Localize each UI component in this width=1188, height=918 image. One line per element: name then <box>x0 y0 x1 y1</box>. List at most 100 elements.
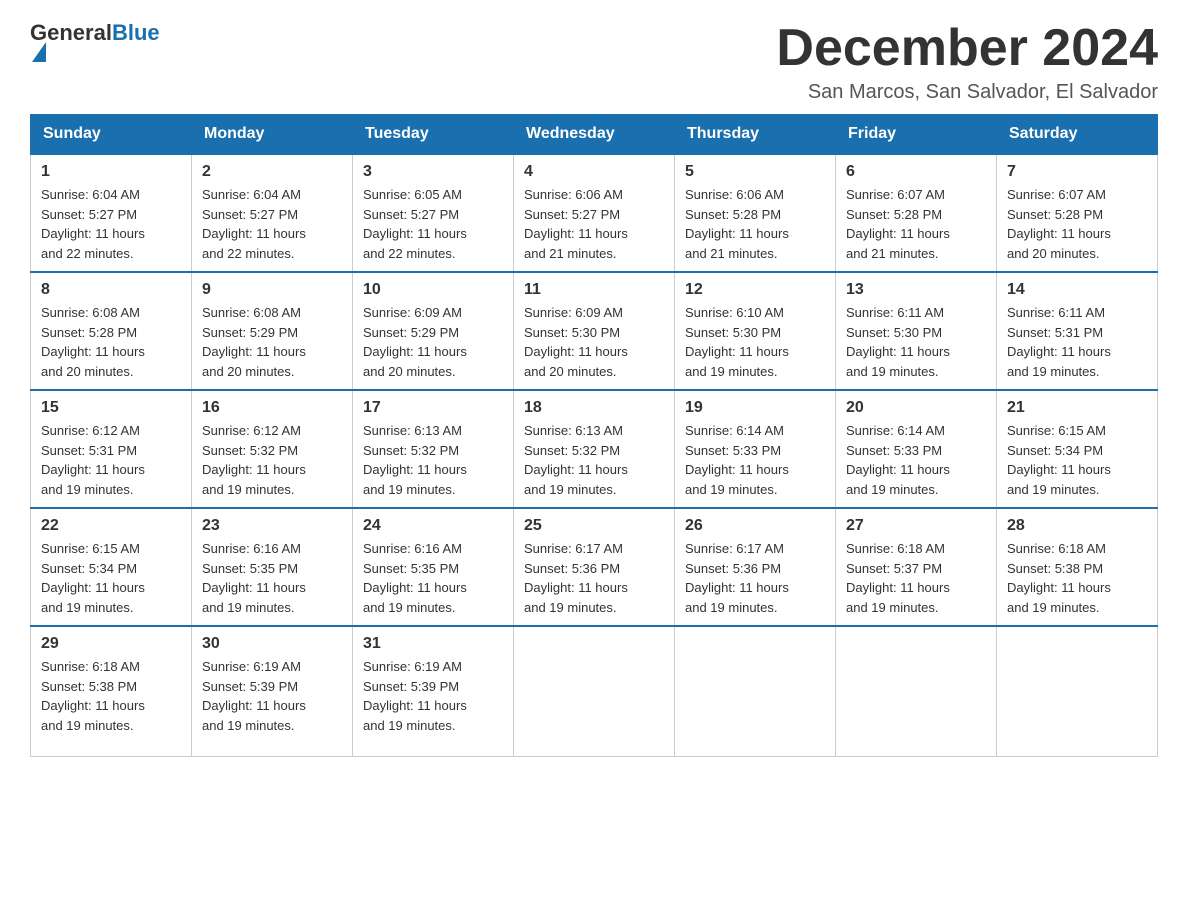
calendar-day-cell <box>836 626 997 756</box>
calendar-day-cell: 21 Sunrise: 6:15 AM Sunset: 5:34 PM Dayl… <box>997 390 1158 508</box>
day-number: 3 <box>363 163 503 181</box>
day-number: 1 <box>41 163 181 181</box>
day-number: 21 <box>1007 399 1147 417</box>
calendar-day-cell: 29 Sunrise: 6:18 AM Sunset: 5:38 PM Dayl… <box>31 626 192 756</box>
day-info: Sunrise: 6:18 AM Sunset: 5:38 PM Dayligh… <box>1007 539 1147 617</box>
day-number: 10 <box>363 281 503 299</box>
day-number: 20 <box>846 399 986 417</box>
logo: GeneralBlue <box>30 20 160 62</box>
calendar-day-cell: 31 Sunrise: 6:19 AM Sunset: 5:39 PM Dayl… <box>353 626 514 756</box>
day-info: Sunrise: 6:16 AM Sunset: 5:35 PM Dayligh… <box>363 539 503 617</box>
day-number: 26 <box>685 517 825 535</box>
page-header: GeneralBlue December 2024 San Marcos, Sa… <box>30 20 1158 104</box>
calendar-day-cell <box>514 626 675 756</box>
calendar-day-cell: 12 Sunrise: 6:10 AM Sunset: 5:30 PM Dayl… <box>675 272 836 390</box>
calendar-week-row: 15 Sunrise: 6:12 AM Sunset: 5:31 PM Dayl… <box>31 390 1158 508</box>
day-info: Sunrise: 6:13 AM Sunset: 5:32 PM Dayligh… <box>524 421 664 499</box>
day-info: Sunrise: 6:08 AM Sunset: 5:29 PM Dayligh… <box>202 303 342 381</box>
day-info: Sunrise: 6:09 AM Sunset: 5:30 PM Dayligh… <box>524 303 664 381</box>
calendar-day-cell: 9 Sunrise: 6:08 AM Sunset: 5:29 PM Dayli… <box>192 272 353 390</box>
calendar-day-cell: 19 Sunrise: 6:14 AM Sunset: 5:33 PM Dayl… <box>675 390 836 508</box>
day-info: Sunrise: 6:11 AM Sunset: 5:31 PM Dayligh… <box>1007 303 1147 381</box>
calendar-day-cell: 11 Sunrise: 6:09 AM Sunset: 5:30 PM Dayl… <box>514 272 675 390</box>
calendar-day-cell: 24 Sunrise: 6:16 AM Sunset: 5:35 PM Dayl… <box>353 508 514 626</box>
day-info: Sunrise: 6:15 AM Sunset: 5:34 PM Dayligh… <box>1007 421 1147 499</box>
day-number: 15 <box>41 399 181 417</box>
day-info: Sunrise: 6:15 AM Sunset: 5:34 PM Dayligh… <box>41 539 181 617</box>
day-number: 2 <box>202 163 342 181</box>
day-info: Sunrise: 6:18 AM Sunset: 5:37 PM Dayligh… <box>846 539 986 617</box>
weekday-header-monday: Monday <box>192 115 353 155</box>
day-info: Sunrise: 6:17 AM Sunset: 5:36 PM Dayligh… <box>685 539 825 617</box>
day-info: Sunrise: 6:06 AM Sunset: 5:28 PM Dayligh… <box>685 185 825 263</box>
calendar-day-cell: 13 Sunrise: 6:11 AM Sunset: 5:30 PM Dayl… <box>836 272 997 390</box>
day-number: 5 <box>685 163 825 181</box>
calendar-day-cell: 14 Sunrise: 6:11 AM Sunset: 5:31 PM Dayl… <box>997 272 1158 390</box>
day-info: Sunrise: 6:18 AM Sunset: 5:38 PM Dayligh… <box>41 657 181 735</box>
day-number: 27 <box>846 517 986 535</box>
calendar-day-cell: 7 Sunrise: 6:07 AM Sunset: 5:28 PM Dayli… <box>997 154 1158 272</box>
logo-triangle-icon <box>32 42 46 62</box>
day-number: 7 <box>1007 163 1147 181</box>
calendar-day-cell: 5 Sunrise: 6:06 AM Sunset: 5:28 PM Dayli… <box>675 154 836 272</box>
day-info: Sunrise: 6:14 AM Sunset: 5:33 PM Dayligh… <box>846 421 986 499</box>
day-info: Sunrise: 6:19 AM Sunset: 5:39 PM Dayligh… <box>363 657 503 735</box>
day-info: Sunrise: 6:04 AM Sunset: 5:27 PM Dayligh… <box>202 185 342 263</box>
day-number: 22 <box>41 517 181 535</box>
location-title: San Marcos, San Salvador, El Salvador <box>776 81 1158 104</box>
day-info: Sunrise: 6:16 AM Sunset: 5:35 PM Dayligh… <box>202 539 342 617</box>
day-info: Sunrise: 6:08 AM Sunset: 5:28 PM Dayligh… <box>41 303 181 381</box>
day-number: 30 <box>202 635 342 653</box>
day-info: Sunrise: 6:11 AM Sunset: 5:30 PM Dayligh… <box>846 303 986 381</box>
calendar-day-cell: 27 Sunrise: 6:18 AM Sunset: 5:37 PM Dayl… <box>836 508 997 626</box>
calendar-day-cell: 20 Sunrise: 6:14 AM Sunset: 5:33 PM Dayl… <box>836 390 997 508</box>
calendar-day-cell: 10 Sunrise: 6:09 AM Sunset: 5:29 PM Dayl… <box>353 272 514 390</box>
calendar-day-cell: 2 Sunrise: 6:04 AM Sunset: 5:27 PM Dayli… <box>192 154 353 272</box>
day-number: 6 <box>846 163 986 181</box>
calendar-day-cell: 26 Sunrise: 6:17 AM Sunset: 5:36 PM Dayl… <box>675 508 836 626</box>
month-title: December 2024 <box>776 20 1158 77</box>
weekday-header-wednesday: Wednesday <box>514 115 675 155</box>
title-block: December 2024 San Marcos, San Salvador, … <box>776 20 1158 104</box>
day-info: Sunrise: 6:13 AM Sunset: 5:32 PM Dayligh… <box>363 421 503 499</box>
calendar-week-row: 1 Sunrise: 6:04 AM Sunset: 5:27 PM Dayli… <box>31 154 1158 272</box>
day-info: Sunrise: 6:19 AM Sunset: 5:39 PM Dayligh… <box>202 657 342 735</box>
day-number: 24 <box>363 517 503 535</box>
calendar-day-cell: 22 Sunrise: 6:15 AM Sunset: 5:34 PM Dayl… <box>31 508 192 626</box>
calendar-day-cell: 17 Sunrise: 6:13 AM Sunset: 5:32 PM Dayl… <box>353 390 514 508</box>
day-number: 9 <box>202 281 342 299</box>
calendar-week-row: 22 Sunrise: 6:15 AM Sunset: 5:34 PM Dayl… <box>31 508 1158 626</box>
weekday-header-row: SundayMondayTuesdayWednesdayThursdayFrid… <box>31 115 1158 155</box>
calendar-day-cell: 25 Sunrise: 6:17 AM Sunset: 5:36 PM Dayl… <box>514 508 675 626</box>
day-info: Sunrise: 6:04 AM Sunset: 5:27 PM Dayligh… <box>41 185 181 263</box>
day-info: Sunrise: 6:12 AM Sunset: 5:31 PM Dayligh… <box>41 421 181 499</box>
calendar-day-cell: 28 Sunrise: 6:18 AM Sunset: 5:38 PM Dayl… <box>997 508 1158 626</box>
calendar-day-cell <box>675 626 836 756</box>
day-info: Sunrise: 6:10 AM Sunset: 5:30 PM Dayligh… <box>685 303 825 381</box>
day-number: 19 <box>685 399 825 417</box>
day-info: Sunrise: 6:07 AM Sunset: 5:28 PM Dayligh… <box>1007 185 1147 263</box>
day-info: Sunrise: 6:05 AM Sunset: 5:27 PM Dayligh… <box>363 185 503 263</box>
weekday-header-friday: Friday <box>836 115 997 155</box>
calendar-week-row: 29 Sunrise: 6:18 AM Sunset: 5:38 PM Dayl… <box>31 626 1158 756</box>
day-number: 28 <box>1007 517 1147 535</box>
day-number: 4 <box>524 163 664 181</box>
calendar-day-cell <box>997 626 1158 756</box>
calendar-day-cell: 30 Sunrise: 6:19 AM Sunset: 5:39 PM Dayl… <box>192 626 353 756</box>
day-number: 16 <box>202 399 342 417</box>
calendar-day-cell: 1 Sunrise: 6:04 AM Sunset: 5:27 PM Dayli… <box>31 154 192 272</box>
weekday-header-saturday: Saturday <box>997 115 1158 155</box>
day-info: Sunrise: 6:09 AM Sunset: 5:29 PM Dayligh… <box>363 303 503 381</box>
calendar-day-cell: 23 Sunrise: 6:16 AM Sunset: 5:35 PM Dayl… <box>192 508 353 626</box>
calendar-day-cell: 18 Sunrise: 6:13 AM Sunset: 5:32 PM Dayl… <box>514 390 675 508</box>
day-number: 31 <box>363 635 503 653</box>
calendar-day-cell: 8 Sunrise: 6:08 AM Sunset: 5:28 PM Dayli… <box>31 272 192 390</box>
calendar-week-row: 8 Sunrise: 6:08 AM Sunset: 5:28 PM Dayli… <box>31 272 1158 390</box>
day-info: Sunrise: 6:07 AM Sunset: 5:28 PM Dayligh… <box>846 185 986 263</box>
day-number: 29 <box>41 635 181 653</box>
day-number: 8 <box>41 281 181 299</box>
logo-text-block: GeneralBlue <box>30 20 160 62</box>
day-info: Sunrise: 6:12 AM Sunset: 5:32 PM Dayligh… <box>202 421 342 499</box>
logo-blue: Blue <box>112 20 160 45</box>
calendar-day-cell: 4 Sunrise: 6:06 AM Sunset: 5:27 PM Dayli… <box>514 154 675 272</box>
